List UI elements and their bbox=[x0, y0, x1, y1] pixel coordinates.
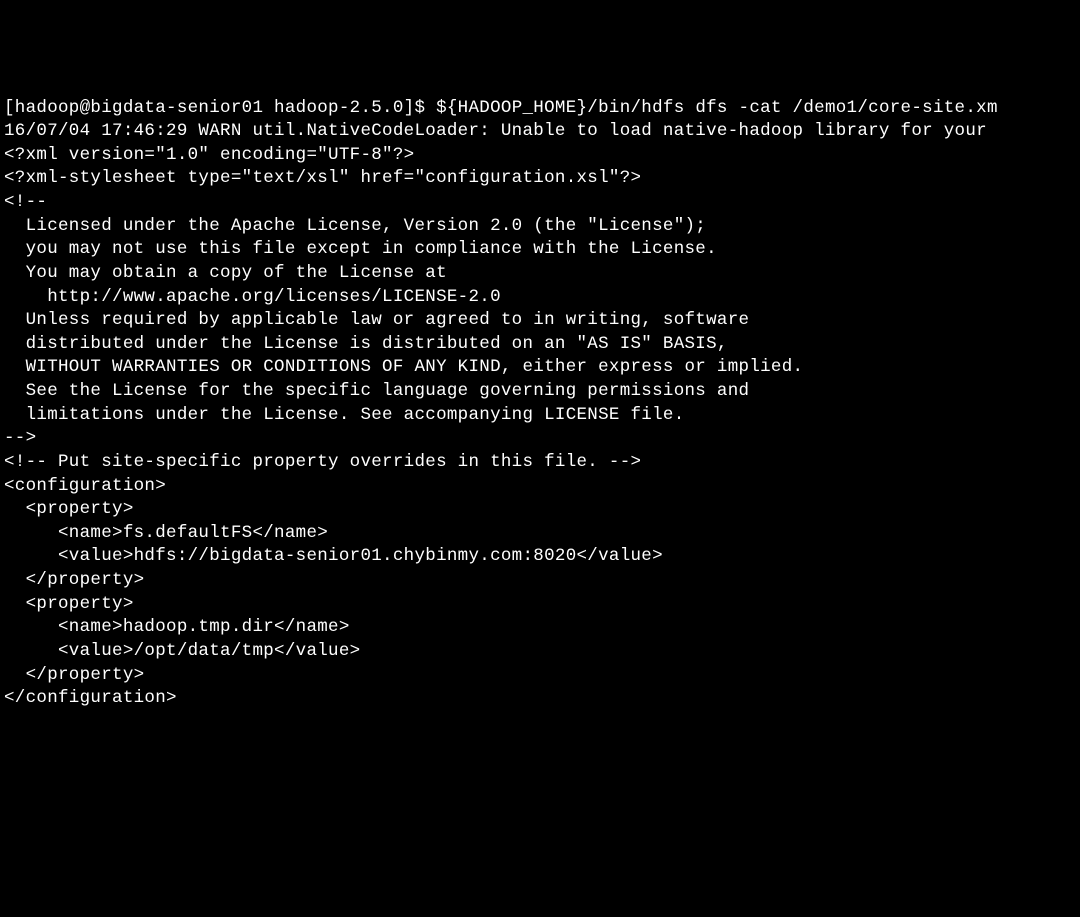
output-line: See the License for the specific languag… bbox=[4, 380, 1076, 404]
output-line: http://www.apache.org/licenses/LICENSE-2… bbox=[4, 286, 1076, 310]
output-line: <name>fs.defaultFS</name> bbox=[4, 522, 1076, 546]
output-line: <configuration> bbox=[4, 475, 1076, 499]
output-line: <!-- Put site-specific property override… bbox=[4, 451, 1076, 475]
output-line: distributed under the License is distrib… bbox=[4, 333, 1076, 357]
output-line: --> bbox=[4, 427, 1076, 451]
output-line: </configuration> bbox=[4, 687, 1076, 711]
output-line: Unless required by applicable law or agr… bbox=[4, 309, 1076, 333]
output-line: </property> bbox=[4, 664, 1076, 688]
terminal-window[interactable]: [hadoop@bigdata-senior01 hadoop-2.5.0]$ … bbox=[4, 97, 1076, 799]
output-line: <?xml-stylesheet type="text/xsl" href="c… bbox=[4, 167, 1076, 191]
command-line: [hadoop@bigdata-senior01 hadoop-2.5.0]$ … bbox=[4, 97, 1076, 121]
output-line: <property> bbox=[4, 498, 1076, 522]
output-line: <name>hadoop.tmp.dir</name> bbox=[4, 616, 1076, 640]
output-line: <value>hdfs://bigdata-senior01.chybinmy.… bbox=[4, 545, 1076, 569]
output-line: limitations under the License. See accom… bbox=[4, 404, 1076, 428]
output-line: <value>/opt/data/tmp</value> bbox=[4, 640, 1076, 664]
output-line: <?xml version="1.0" encoding="UTF-8"?> bbox=[4, 144, 1076, 168]
output-line: </property> bbox=[4, 569, 1076, 593]
output-line: <!-- bbox=[4, 191, 1076, 215]
output-line: Licensed under the Apache License, Versi… bbox=[4, 215, 1076, 239]
output-line: You may obtain a copy of the License at bbox=[4, 262, 1076, 286]
shell-prompt: [hadoop@bigdata-senior01 hadoop-2.5.0]$ bbox=[4, 98, 436, 118]
shell-command: ${HADOOP_HOME}/bin/hdfs dfs -cat /demo1/… bbox=[436, 98, 998, 118]
output-line: 16/07/04 17:46:29 WARN util.NativeCodeLo… bbox=[4, 120, 1076, 144]
output-line: WITHOUT WARRANTIES OR CONDITIONS OF ANY … bbox=[4, 356, 1076, 380]
output-line: you may not use this file except in comp… bbox=[4, 238, 1076, 262]
output-line: <property> bbox=[4, 593, 1076, 617]
